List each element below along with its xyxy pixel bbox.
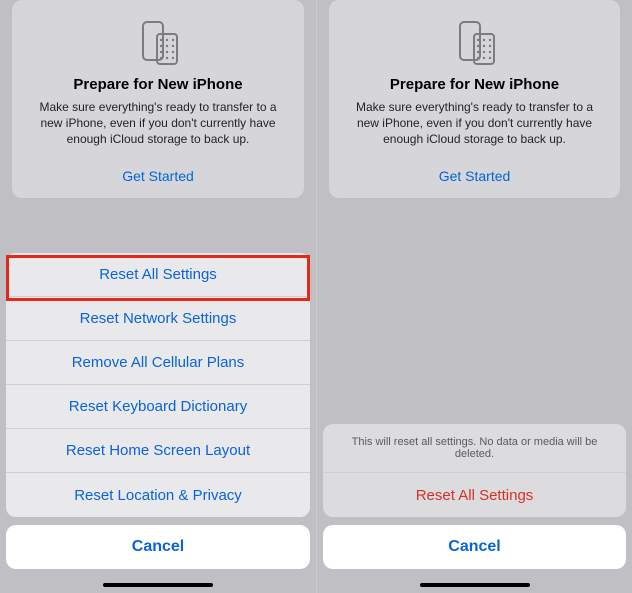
reset-all-settings-option[interactable]: Reset All Settings (6, 253, 310, 297)
confirm-action-sheet: This will reset all settings. No data or… (317, 424, 632, 593)
screen-confirm-reset: Prepare for New iPhone Make sure everyth… (316, 0, 632, 593)
phone-transfer-icon (131, 18, 185, 68)
card-title: Prepare for New iPhone (343, 76, 606, 93)
reset-keyboard-dictionary-option[interactable]: Reset Keyboard Dictionary (6, 385, 310, 429)
prepare-card: Prepare for New iPhone Make sure everyth… (329, 0, 620, 198)
prepare-card: Prepare for New iPhone Make sure everyth… (12, 0, 304, 198)
reset-action-sheet: Reset All Settings Reset Network Setting… (0, 253, 316, 593)
remove-cellular-plans-option[interactable]: Remove All Cellular Plans (6, 341, 310, 385)
phone-transfer-icon (448, 18, 502, 68)
confirm-message: This will reset all settings. No data or… (323, 424, 626, 473)
cancel-button[interactable]: Cancel (6, 525, 310, 569)
reset-location-privacy-option[interactable]: Reset Location & Privacy (6, 473, 310, 517)
get-started-link[interactable]: Get Started (26, 168, 290, 184)
get-started-link[interactable]: Get Started (343, 168, 606, 184)
card-title: Prepare for New iPhone (26, 76, 290, 93)
home-indicator (420, 583, 530, 587)
screen-reset-options: Prepare for New iPhone Make sure everyth… (0, 0, 316, 593)
card-description: Make sure everything's ready to transfer… (26, 99, 290, 148)
card-description: Make sure everything's ready to transfer… (343, 99, 606, 148)
cancel-button[interactable]: Cancel (323, 525, 626, 569)
confirm-group: This will reset all settings. No data or… (323, 424, 626, 517)
home-indicator (103, 583, 213, 587)
reset-home-screen-option[interactable]: Reset Home Screen Layout (6, 429, 310, 473)
reset-network-settings-option[interactable]: Reset Network Settings (6, 297, 310, 341)
reset-options-group: Reset All Settings Reset Network Setting… (6, 253, 310, 517)
confirm-reset-button[interactable]: Reset All Settings (323, 473, 626, 517)
